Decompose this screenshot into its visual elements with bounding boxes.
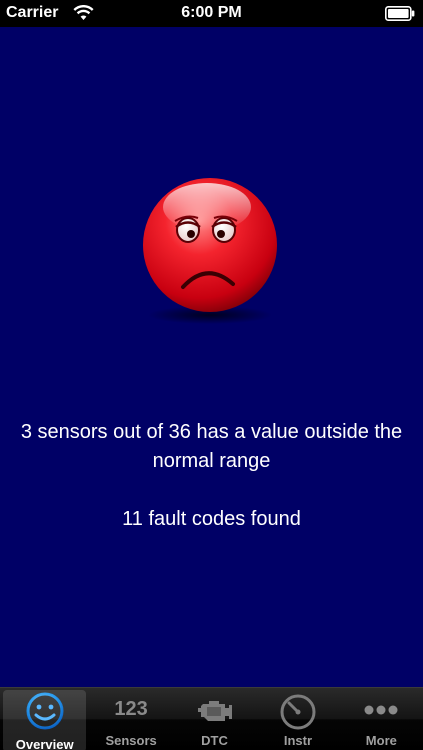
engine-icon — [197, 701, 232, 721]
fault-codes-text: 11 fault codes found — [122, 508, 301, 530]
tab-dtc-label: DTC — [201, 733, 228, 748]
tab-dtc[interactable]: DTC — [173, 688, 256, 750]
gauge-icon — [280, 694, 316, 730]
tab-more[interactable]: More — [340, 688, 423, 750]
status-bar: Carrier 6:00 PM — [0, 0, 423, 27]
tab-sensors[interactable]: 123 Sensors — [89, 688, 172, 750]
phone-screen: Carrier 6:00 PM 3 sensors out of 36 has … — [0, 0, 423, 750]
more-dots-icon — [364, 705, 398, 715]
tab-bar: Overview 123 Sensors DTC Instr More — [0, 687, 423, 750]
tab-overview-label: Overview — [15, 737, 74, 750]
smiley-icon — [26, 692, 64, 730]
overview-panel: 3 sensors out of 36 has a value outside … — [0, 27, 423, 687]
status-time: 6:00 PM — [181, 4, 242, 21]
sad-face-icon — [143, 178, 277, 324]
tab-more-label: More — [365, 733, 397, 748]
numbers-icon: 123 — [114, 698, 148, 720]
tab-instr-label: Instr — [283, 733, 312, 748]
tab-sensors-label: Sensors — [105, 733, 157, 748]
sensor-summary-text: 3 sensors out of 36 has a value outside … — [20, 421, 403, 472]
tab-overview[interactable]: Overview — [3, 690, 87, 750]
tab-instr[interactable]: Instr — [256, 688, 339, 750]
battery-icon — [385, 6, 415, 21]
